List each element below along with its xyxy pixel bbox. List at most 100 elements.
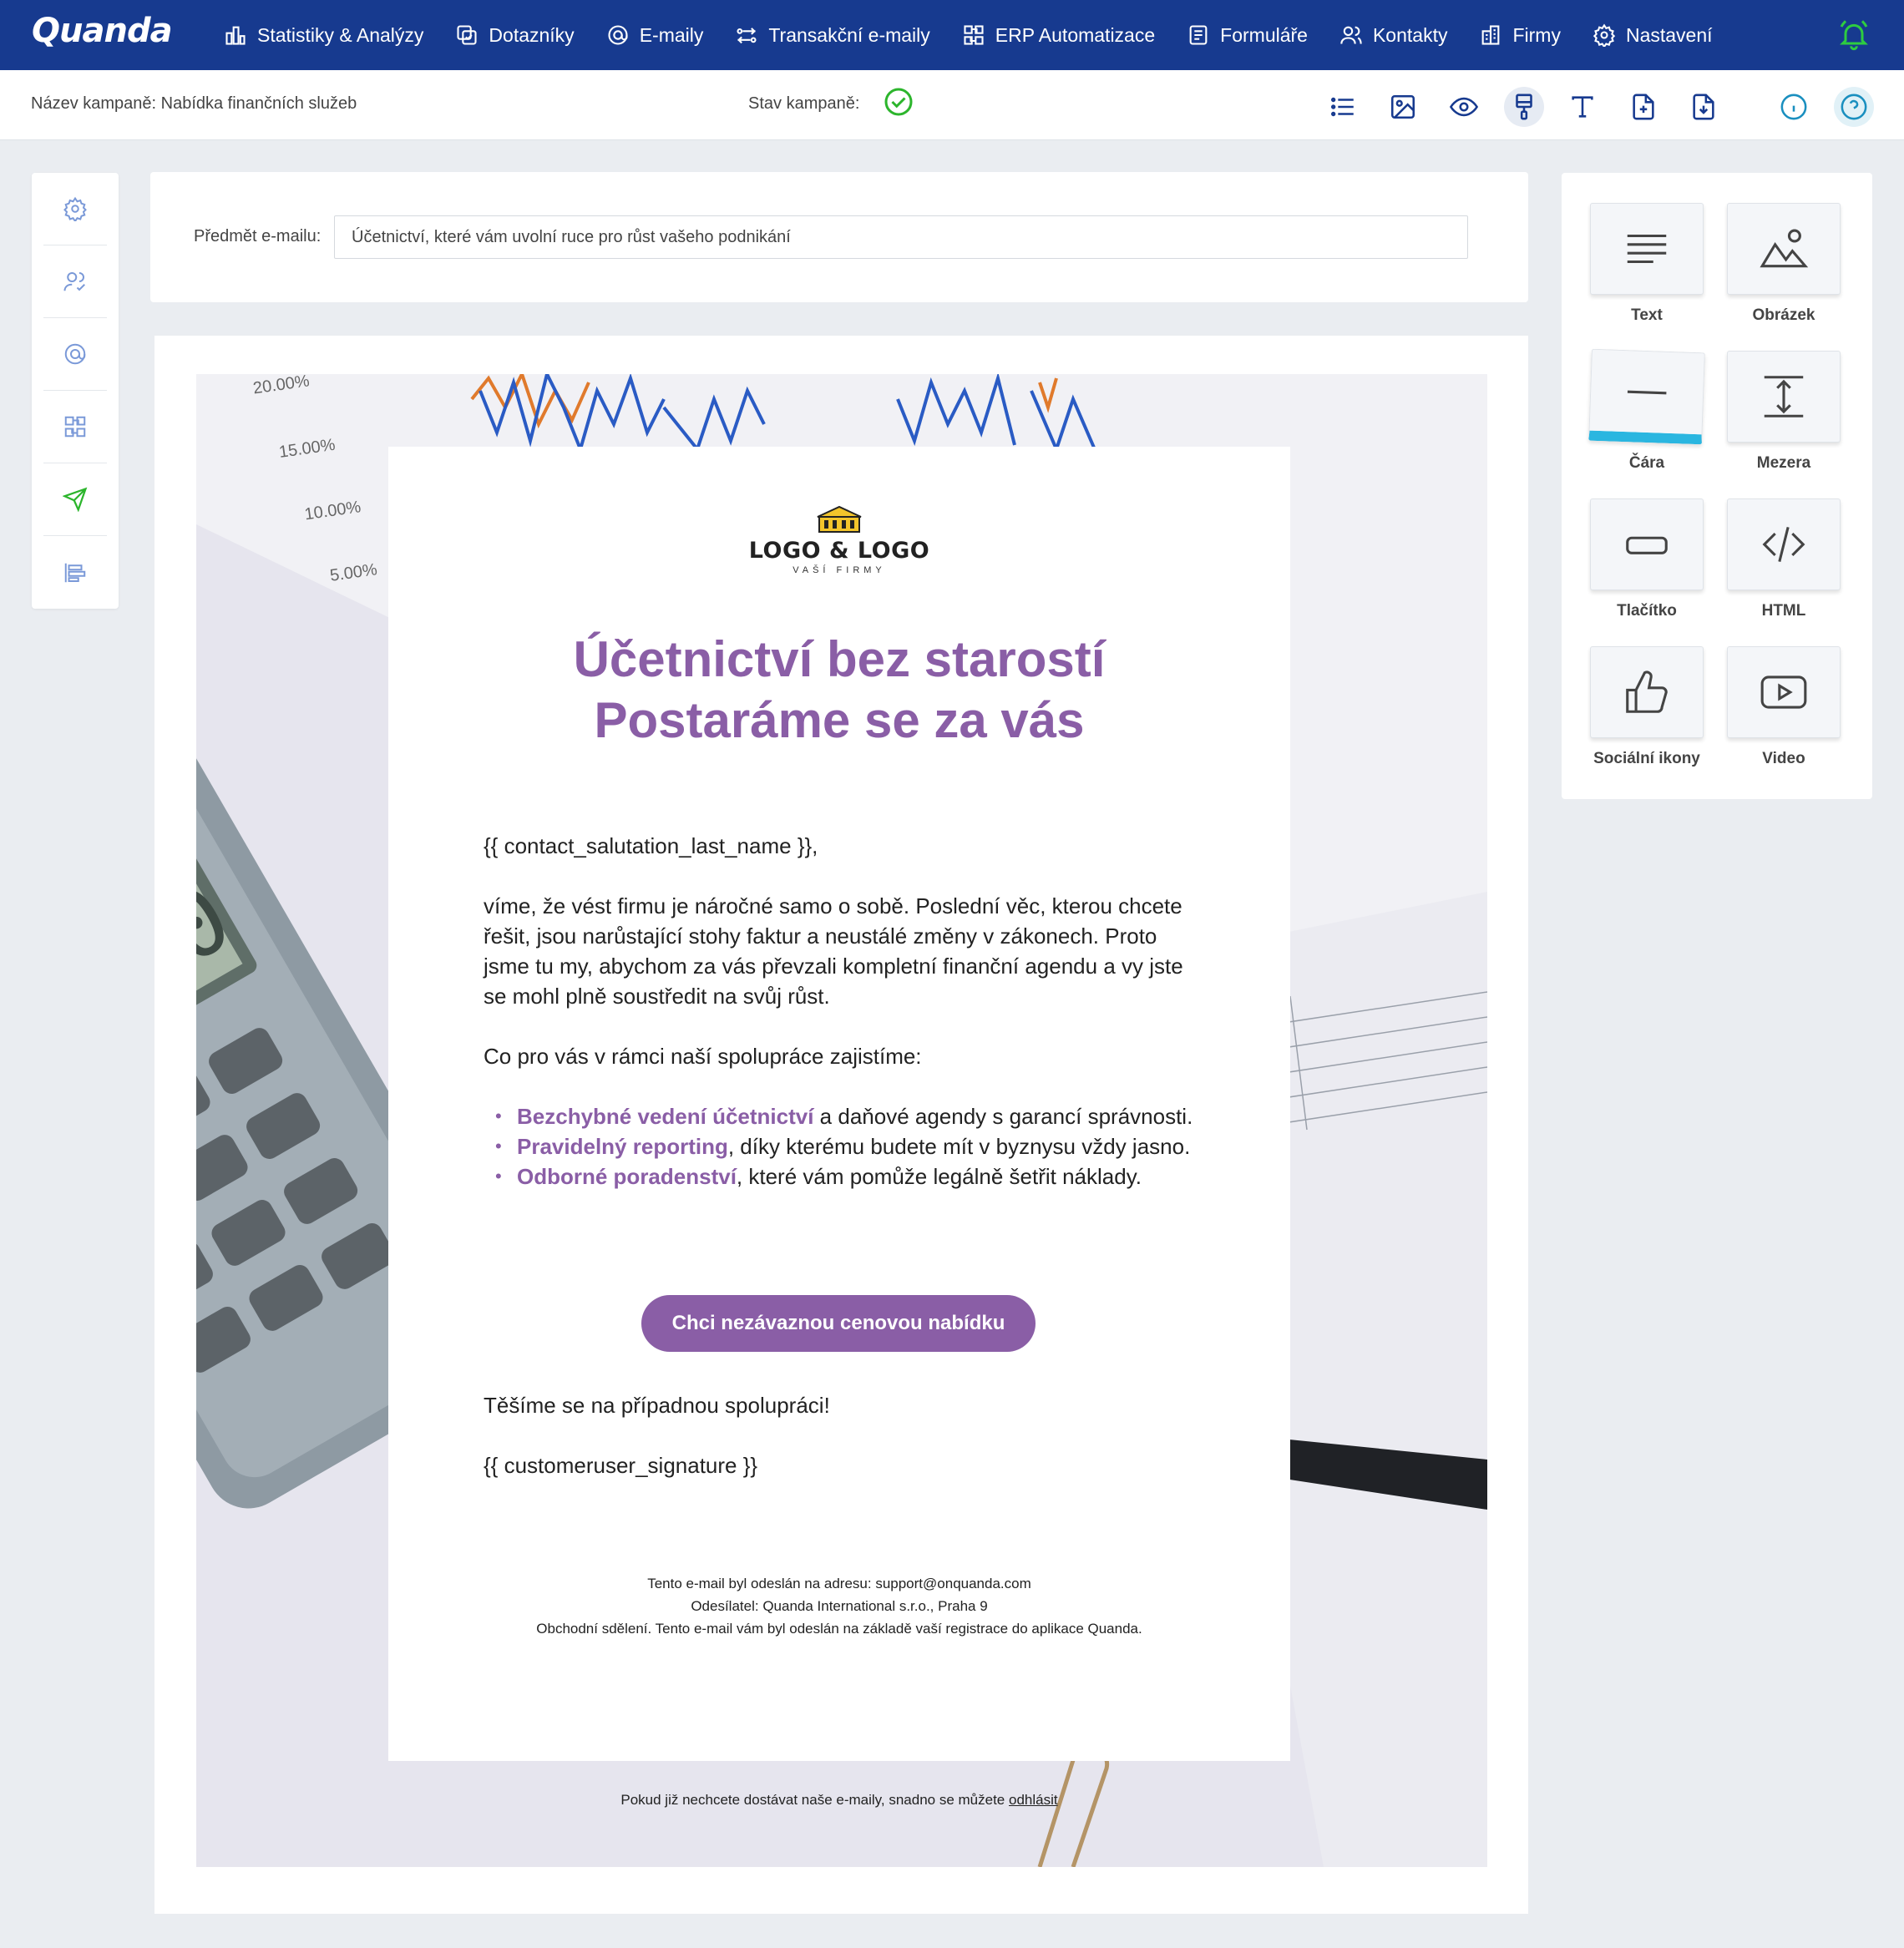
company-logo[interactable]: LOGO & LOGO VAŠÍ FIRMY bbox=[388, 505, 1290, 575]
left-sidebar bbox=[32, 173, 119, 609]
text-lines-icon bbox=[1627, 234, 1667, 264]
main-menu: Statistiky & Analýzy Dotazníky E-maily T… bbox=[224, 0, 1744, 70]
font-settings-button[interactable] bbox=[1562, 87, 1603, 127]
signature: {{ customeruser_signature }} bbox=[484, 1453, 758, 1478]
nav-item-label: Dotazníky bbox=[489, 23, 575, 46]
nav-item-erp-automation[interactable]: ERP Automatizace bbox=[962, 0, 1155, 70]
nav-item-contacts[interactable]: Kontakty bbox=[1339, 0, 1448, 70]
cta-button[interactable]: Chci nezávaznou cenovou nabídku bbox=[641, 1295, 1036, 1352]
unsubscribe-note: Pokud již nechcete dostávat naše e-maily… bbox=[388, 1792, 1290, 1809]
block-video[interactable]: Video bbox=[1727, 646, 1841, 768]
sidebar-item-recipients[interactable] bbox=[43, 245, 107, 318]
nav-item-emails[interactable]: E-maily bbox=[606, 0, 704, 70]
form-icon bbox=[1189, 25, 1208, 45]
align-left-icon bbox=[64, 563, 86, 582]
nav-item-label: Statistiky & Analýzy bbox=[257, 23, 424, 46]
block-label: Video bbox=[1762, 750, 1805, 767]
sidebar-item-email[interactable] bbox=[43, 318, 107, 391]
video-play-icon bbox=[1760, 675, 1807, 709]
closing-text: Těšíme se na případnou spolupráci! bbox=[484, 1393, 830, 1418]
info-button[interactable] bbox=[1774, 87, 1814, 127]
list-item: Pravidelný reporting, díky kterému budet… bbox=[484, 1131, 1202, 1161]
block-label: Sociální ikony bbox=[1593, 750, 1700, 767]
quanda-logo[interactable]: Quanda bbox=[32, 12, 173, 50]
block-label: Čára bbox=[1628, 454, 1665, 472]
block-button[interactable]: Tlačítko bbox=[1590, 498, 1704, 620]
nav-item-forms[interactable]: Formuláře bbox=[1187, 0, 1308, 70]
nav-item-label: Firmy bbox=[1512, 23, 1561, 46]
code-icon bbox=[1762, 526, 1805, 563]
headline-line-1: Účetnictví bez starostí bbox=[573, 631, 1106, 687]
contacts-icon bbox=[1340, 26, 1362, 44]
block-image[interactable]: Obrázek bbox=[1727, 203, 1841, 325]
help-button[interactable] bbox=[1834, 87, 1874, 127]
logo-subtitle: VAŠÍ FIRMY bbox=[792, 565, 886, 575]
export-button[interactable] bbox=[1684, 87, 1724, 127]
block-label: Text bbox=[1631, 306, 1663, 324]
bar-chart-icon bbox=[225, 26, 246, 45]
list-item-text: , které vám pomůže legálně šetřit náklad… bbox=[736, 1164, 1142, 1189]
block-label: HTML bbox=[1761, 602, 1806, 620]
block-line[interactable]: Čára bbox=[1588, 348, 1705, 473]
block-label: Obrázek bbox=[1752, 306, 1815, 324]
footer-line: Tento e-mail byl odeslán na adresu: supp… bbox=[647, 1576, 1031, 1591]
list-item-highlight: Pravidelný reporting bbox=[517, 1134, 728, 1159]
list-item-highlight: Odborné poradenství bbox=[517, 1164, 737, 1189]
block-spacer[interactable]: Mezera bbox=[1727, 351, 1841, 473]
campaign-toolbar: Název kampaně: Nabídka finančních služeb… bbox=[0, 70, 1904, 140]
block-social[interactable]: Sociální ikony bbox=[1590, 646, 1704, 768]
list-icon bbox=[1330, 97, 1354, 117]
nav-item-surveys[interactable]: Dotazníky bbox=[455, 0, 575, 70]
email-closing[interactable]: Těšíme se na případnou spolupráci! {{ cu… bbox=[484, 1390, 1202, 1510]
email-headline[interactable]: Účetnictví bez starostí Postaráme se za … bbox=[388, 629, 1290, 751]
list-item-text: , díky kterému budete mít v byznysu vždy… bbox=[727, 1134, 1191, 1159]
gear-icon bbox=[63, 196, 87, 221]
nav-item-statistics[interactable]: Statistiky & Analýzy bbox=[224, 0, 423, 70]
unsubscribe-link[interactable]: odhlásit bbox=[1009, 1792, 1058, 1808]
sidebar-item-automation[interactable] bbox=[43, 391, 107, 463]
sidebar-item-settings[interactable] bbox=[43, 173, 107, 245]
benefits-list: Bezchybné vedení účetnictví a daňové age… bbox=[484, 1101, 1202, 1192]
block-label: Mezera bbox=[1756, 454, 1811, 472]
sidebar-item-send[interactable] bbox=[43, 463, 107, 536]
content-blocks-panel: Text Obrázek Čára Mezera Tlačítko HTML S… bbox=[1562, 173, 1872, 799]
add-page-button[interactable] bbox=[1623, 87, 1663, 127]
nav-item-label: Kontakty bbox=[1372, 23, 1448, 46]
nav-item-label: E-maily bbox=[639, 23, 704, 46]
footer-line: Odesílatel: Quanda International s.r.o.,… bbox=[691, 1598, 988, 1614]
subject-panel: Předmět e-mailu: Účetnictví, které vám u… bbox=[150, 172, 1528, 302]
automation-icon bbox=[64, 416, 86, 438]
notification-bell-icon[interactable] bbox=[1837, 18, 1871, 52]
list-intro: Co pro vás v rámci naší spolupráce zajis… bbox=[484, 1044, 922, 1069]
email-footer[interactable]: Tento e-mail byl odeslán na adresu: supp… bbox=[388, 1572, 1290, 1640]
nav-item-label: Transakční e-maily bbox=[768, 23, 930, 46]
nav-item-companies[interactable]: Firmy bbox=[1479, 0, 1561, 70]
send-icon bbox=[63, 487, 88, 512]
horizontal-line-icon bbox=[1627, 390, 1667, 394]
file-download-icon bbox=[1693, 94, 1714, 120]
image-library-button[interactable] bbox=[1383, 87, 1423, 127]
design-button[interactable] bbox=[1504, 87, 1544, 127]
nav-item-transactional-emails[interactable]: Transakční e-maily bbox=[735, 0, 930, 70]
spacer-icon bbox=[1764, 376, 1804, 417]
logo-name: LOGO & LOGO bbox=[748, 538, 930, 564]
survey-icon bbox=[457, 25, 477, 45]
list-item: Odborné poradenství, které vám pomůže le… bbox=[484, 1161, 1202, 1192]
unsubscribe-text: Pokud již nechcete dostávat naše e-maily… bbox=[620, 1792, 1009, 1808]
salutation: {{ contact_salutation_last_name }}, bbox=[484, 833, 818, 858]
file-plus-icon bbox=[1633, 94, 1654, 120]
users-check-icon bbox=[63, 272, 85, 291]
subject-input[interactable]: Účetnictví, které vám uvolní ruce pro rů… bbox=[334, 215, 1468, 259]
brush-icon bbox=[1516, 94, 1532, 120]
eye-icon bbox=[1450, 97, 1478, 117]
block-html[interactable]: HTML bbox=[1727, 498, 1841, 620]
preview-button[interactable] bbox=[1444, 87, 1484, 127]
nav-item-settings[interactable]: Nastavení bbox=[1593, 0, 1713, 70]
email-content[interactable]: LOGO & LOGO VAŠÍ FIRMY Účetnictví bez st… bbox=[388, 447, 1290, 1761]
structure-button[interactable] bbox=[1323, 87, 1363, 127]
block-label: Tlačítko bbox=[1617, 602, 1677, 620]
button-shape-icon bbox=[1626, 536, 1668, 554]
block-text[interactable]: Text bbox=[1590, 203, 1704, 325]
email-body-text[interactable]: {{ contact_salutation_last_name }}, víme… bbox=[484, 831, 1202, 1222]
sidebar-item-alignment[interactable] bbox=[43, 536, 107, 609]
